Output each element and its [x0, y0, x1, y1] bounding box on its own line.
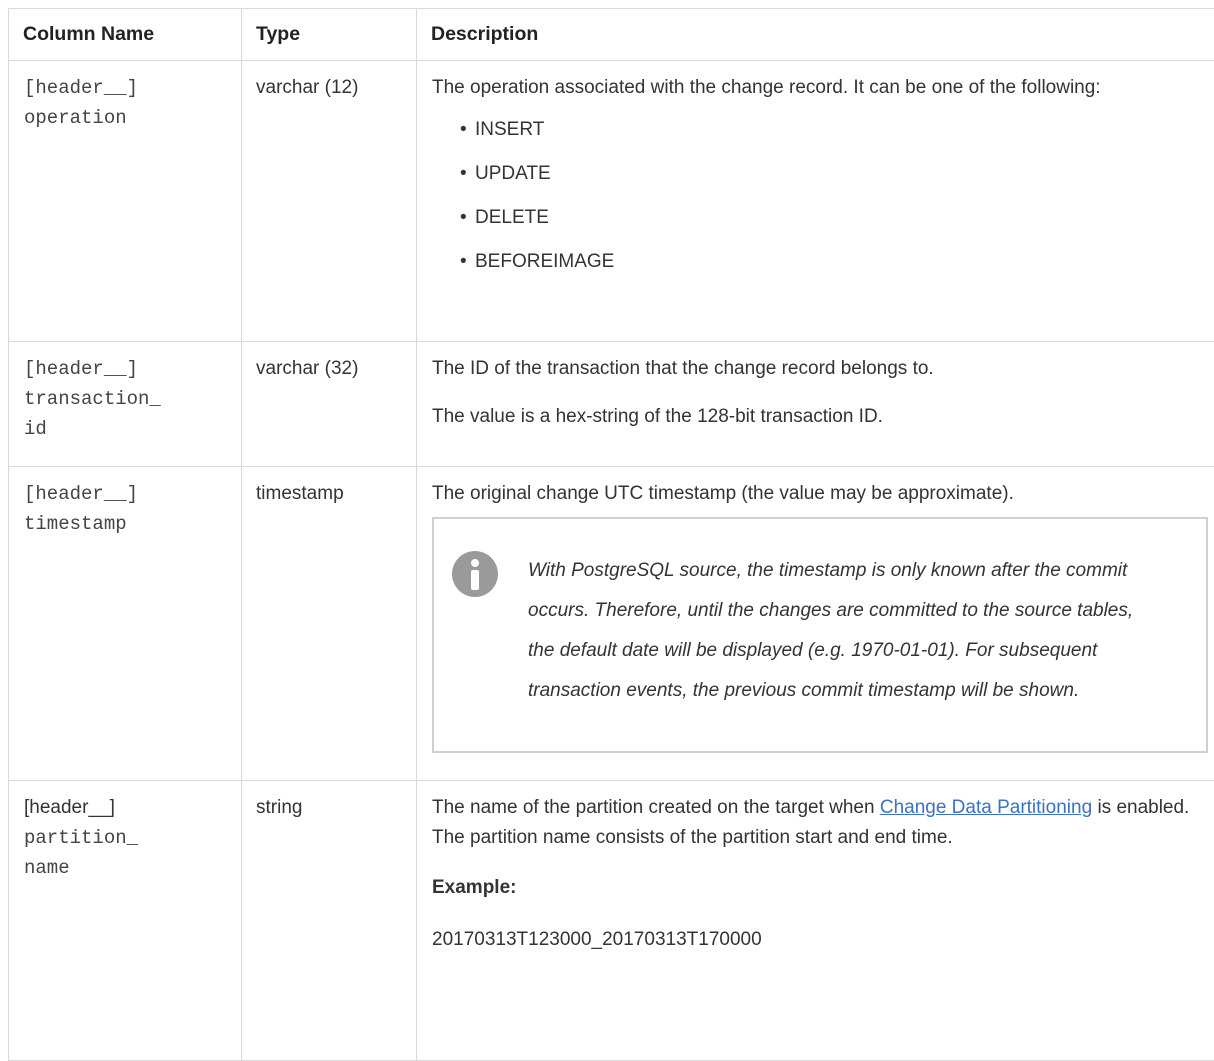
column-header-type: Type — [242, 9, 417, 61]
note-box: With PostgreSQL source, the timestamp is… — [432, 517, 1208, 753]
description-text: The name of the partition created on the… — [432, 793, 1208, 853]
column-name-cell: [header__] partition_ name — [9, 781, 242, 1061]
column-header-description: Description — [417, 9, 1214, 61]
change-data-partitioning-link[interactable]: Change Data Partitioning — [880, 797, 1092, 818]
type-cell: string — [242, 781, 417, 1061]
table-row-transaction-id: [header__] transaction_ id varchar (32) … — [9, 342, 1214, 467]
example-value: 20170313T123000_20170313T170000 — [432, 925, 1208, 955]
list-item-label: INSERT — [475, 119, 544, 140]
description-text-part: The name of the partition created on the… — [432, 797, 875, 818]
column-name-cell: [header__] timestamp — [9, 467, 242, 781]
list-item: • UPDATE — [460, 159, 1208, 203]
column-name-line: name — [24, 853, 241, 883]
type-cell: varchar (32) — [242, 342, 417, 467]
description-cell: The ID of the transaction that the chang… — [417, 342, 1214, 467]
description-text: The ID of the transaction that the chang… — [432, 354, 1208, 384]
list-item-label: UPDATE — [475, 163, 551, 184]
description-cell: The name of the partition created on the… — [417, 781, 1214, 1061]
bullet-icon: • — [460, 247, 467, 277]
list-item: • DELETE — [460, 203, 1208, 247]
bullet-icon: • — [460, 159, 467, 189]
table-row-partition-name: [header__] partition_ name string The na… — [9, 781, 1214, 1061]
description-cell: The original change UTC timestamp (the v… — [417, 467, 1214, 781]
list-item-label: DELETE — [475, 207, 549, 228]
list-item-label: BEFOREIMAGE — [475, 251, 614, 272]
table-header-row: Column Name Type Description — [9, 9, 1214, 61]
example-label: Example: — [432, 873, 1208, 903]
description-text: The value is a hex-string of the 128-bit… — [432, 402, 1208, 432]
table-row-timestamp: [header__] timestamp timestamp The origi… — [9, 467, 1214, 781]
type-cell: timestamp — [242, 467, 417, 781]
info-icon — [452, 551, 498, 597]
column-name-line: [header__] — [24, 354, 241, 384]
column-name-line: partition_ — [24, 823, 241, 853]
column-name-line: timestamp — [24, 509, 241, 539]
column-name-line: [header__] — [24, 73, 241, 103]
column-name-line: id — [24, 414, 241, 444]
column-name-line: [header__] — [24, 793, 241, 823]
description-text: The operation associated with the change… — [432, 73, 1208, 103]
column-name-line: [header__] — [24, 479, 241, 509]
bullet-icon: • — [460, 203, 467, 233]
column-name-line: transaction_ — [24, 384, 241, 414]
column-name-line: operation — [24, 103, 241, 133]
table-row-operation: [header__] operation varchar (12) The op… — [9, 61, 1214, 342]
column-name-cell: [header__] transaction_ id — [9, 342, 242, 467]
column-name-cell: [header__] operation — [9, 61, 242, 342]
list-item: • BEFOREIMAGE — [460, 247, 1208, 291]
operation-list: • INSERT • UPDATE • DELETE • BEFOREIMAGE — [432, 115, 1208, 291]
bullet-icon: • — [460, 115, 467, 145]
columns-table: Column Name Type Description [header__] … — [8, 8, 1214, 1061]
description-cell: The operation associated with the change… — [417, 61, 1214, 342]
description-text: The original change UTC timestamp (the v… — [432, 479, 1208, 509]
column-header-name: Column Name — [9, 9, 242, 61]
note-text: With PostgreSQL source, the timestamp is… — [528, 551, 1148, 711]
list-item: • INSERT — [460, 115, 1208, 159]
type-cell: varchar (12) — [242, 61, 417, 342]
